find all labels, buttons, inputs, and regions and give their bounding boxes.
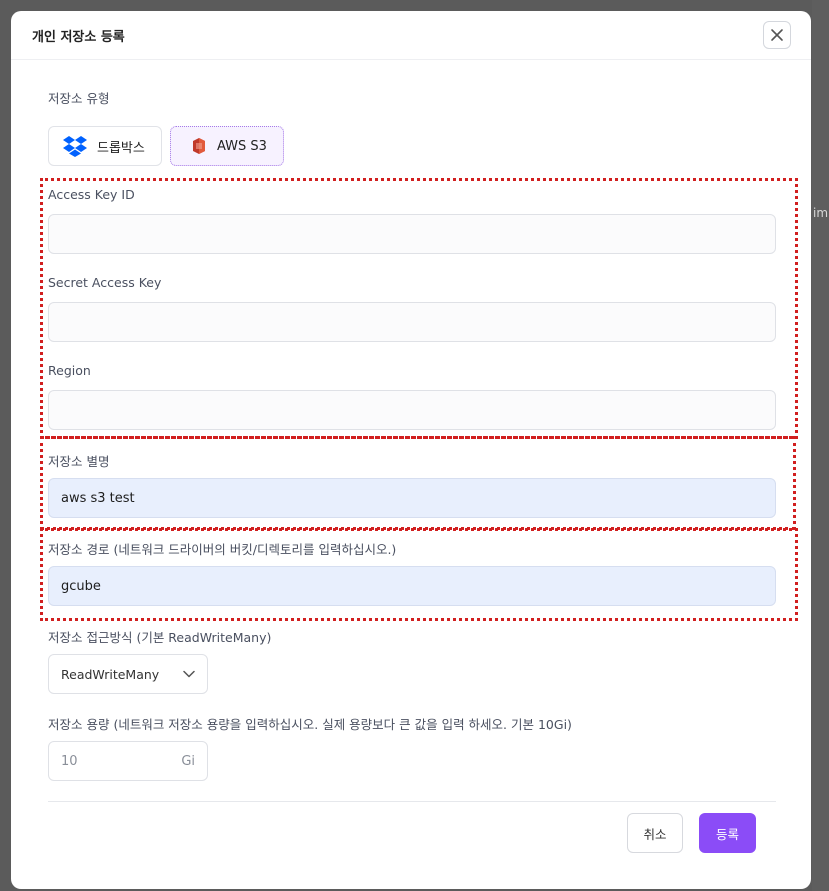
region-input[interactable] (48, 390, 776, 430)
secret-access-key-input[interactable] (48, 302, 776, 342)
storage-path-label: 저장소 경로 (네트워크 드라이버의 버킷/디렉토리를 입력하십시오.) (48, 542, 397, 557)
capacity-input[interactable]: 10 Gi (48, 741, 208, 781)
storage-type-label: 저장소 유형 (48, 91, 110, 106)
access-key-id-label: Access Key ID (48, 187, 135, 202)
storage-alias-input[interactable]: aws s3 test (48, 478, 776, 518)
close-icon (771, 29, 783, 41)
secret-access-key-label: Secret Access Key (48, 275, 162, 290)
access-mode-value: ReadWriteMany (61, 666, 160, 682)
storage-alias-label: 저장소 별명 (48, 454, 110, 469)
modal-title: 개인 저장소 등록 (32, 29, 125, 45)
storage-type-dropbox-button[interactable]: 드롭박스 (48, 126, 162, 166)
register-storage-modal: 개인 저장소 등록 저장소 유형 드롭박스 AWS S3 Access Key … (11, 11, 811, 889)
region-label: Region (48, 363, 91, 378)
backdrop-text: im (813, 206, 829, 220)
modal-header: 개인 저장소 등록 (11, 11, 811, 60)
access-mode-select[interactable]: ReadWriteMany (48, 654, 208, 694)
aws-s3-icon (193, 138, 205, 154)
storage-type-dropbox-label: 드롭박스 (97, 140, 145, 156)
access-key-id-input[interactable] (48, 214, 776, 254)
cancel-button[interactable]: 취소 (627, 813, 683, 853)
close-button[interactable] (763, 21, 791, 49)
access-mode-label: 저장소 접근방식 (기본 ReadWriteMany) (48, 630, 272, 645)
capacity-label: 저장소 용량 (네트워크 저장소 용량을 입력하십시오. 실제 용량보다 큰 값… (48, 717, 572, 732)
storage-path-input[interactable]: gcube (48, 566, 776, 606)
footer-divider (48, 801, 776, 802)
capacity-unit: Gi (181, 753, 195, 769)
dropbox-icon (63, 136, 87, 157)
storage-type-aws-s3-label: AWS S3 (217, 138, 267, 154)
register-button[interactable]: 등록 (699, 813, 756, 853)
storage-type-aws-s3-button[interactable]: AWS S3 (170, 126, 284, 166)
chevron-down-icon (183, 670, 195, 678)
backdrop: im (812, 0, 829, 891)
capacity-value: 10 (61, 753, 78, 769)
